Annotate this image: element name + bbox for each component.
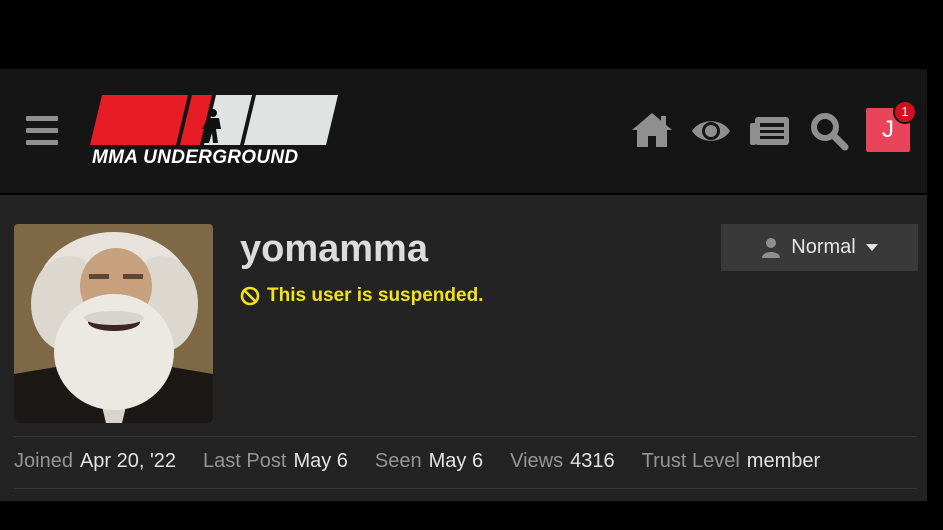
site-header: MMA UNDERGROUND J 1 bbox=[0, 69, 927, 193]
news-icon[interactable] bbox=[749, 115, 791, 147]
divider bbox=[14, 436, 917, 437]
ban-icon bbox=[240, 286, 260, 306]
logo-graphic bbox=[90, 95, 338, 145]
stat-joined: Joined Apr 20, '22 bbox=[14, 450, 177, 472]
suspended-text: This user is suspended. bbox=[267, 285, 484, 306]
divider bbox=[14, 488, 917, 489]
page-edge bbox=[927, 69, 943, 501]
stat-trust-level: Trust Level member bbox=[641, 450, 821, 472]
notification-level-dropdown[interactable]: Normal bbox=[721, 224, 918, 271]
user-stats: Joined Apr 20, '22 Last Post May 6 Seen May… bbox=[14, 450, 847, 473]
logo-text: MMA UNDERGROUND bbox=[92, 147, 299, 168]
home-icon[interactable] bbox=[630, 111, 674, 149]
avatar-portrait-image bbox=[14, 224, 213, 423]
stat-views: Views 4316 bbox=[510, 450, 615, 472]
site-logo[interactable]: MMA UNDERGROUND bbox=[88, 93, 342, 169]
hamburger-menu-icon[interactable] bbox=[26, 116, 58, 146]
user-avatar bbox=[14, 224, 213, 423]
stat-last-post: Last Post May 6 bbox=[203, 450, 348, 472]
chevron-down-icon bbox=[865, 244, 878, 251]
user-icon bbox=[762, 237, 781, 258]
notification-level-label: Normal bbox=[791, 236, 856, 258]
username: yomamma bbox=[240, 228, 428, 270]
notification-badge[interactable]: 1 bbox=[893, 100, 917, 124]
eye-icon[interactable] bbox=[690, 115, 732, 147]
search-icon[interactable] bbox=[809, 111, 849, 151]
user-profile-card: yomamma This user is suspended. Normal J… bbox=[0, 195, 927, 501]
suspended-notice: This user is suspended. bbox=[240, 285, 483, 307]
stat-seen: Seen May 6 bbox=[374, 450, 484, 472]
